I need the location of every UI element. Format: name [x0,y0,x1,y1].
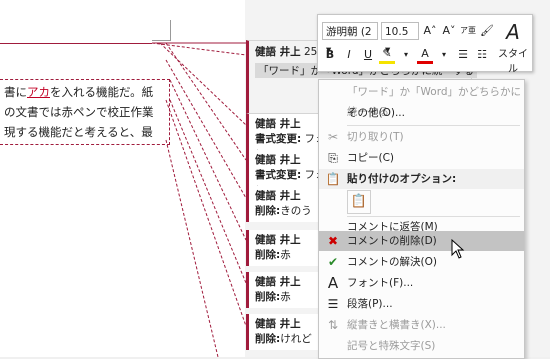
document-text[interactable]: 書にアカを入れる機能だ。紙 の文書では赤ペンで校正作業 現する機能だと考えると、… [0,79,170,145]
document-line: 書にアカを入れる機能だ。紙 [4,85,154,99]
comment-value: 赤 [280,249,291,261]
style-label: スタイル [498,49,528,75]
italic-button[interactable]: I [341,46,357,64]
menu-item-resolve-comment[interactable]: ✔ コメントの解決(O) [319,252,524,272]
bold-button[interactable]: B [322,46,338,64]
document-line: 現する機能だと考えると、最 [4,125,153,139]
context-menu: 「ワード」か「Word」かどちらかに統一する その他(O)... ✂ 切り取り(T… [318,79,525,359]
bullets-icon[interactable]: ☰ [455,46,471,64]
phonetic-guide-button[interactable]: ア亜 [460,22,476,40]
menu-item-font[interactable]: A フォント(F)... [319,273,524,293]
comment-action: 削除: [255,249,281,261]
delete-comment-icon: ✖ [327,234,339,248]
menu-divider [347,125,520,126]
crop-mark [152,20,171,41]
comment-action: 書式変更: [255,169,302,181]
scissors-icon: ✂ [327,130,339,144]
font-color-icon[interactable]: A [417,46,433,64]
comment-value: けれど [280,333,312,345]
document-page: 書にアカを入れる機能だ。紙 の文書では赤ペンで校正作業 現する機能だと考えると、… [0,0,245,357]
mouse-cursor-icon [451,239,465,259]
comment-action: 書式変更: [255,133,302,145]
menu-item-suggestion[interactable]: 「ワード」か「Word」かどちらかに統一する [319,82,524,118]
mini-toolbar: 游明朝 (2 ▾ 10.5 ▾ A˄ A˅ ア亜 🖌 B I U ✎ ▾ A ▾… [317,14,533,75]
font-name-combo[interactable]: 游明朝 (2 ▾ [322,22,378,56]
menu-item-paragraph[interactable]: ☰ 段落(P)... [319,294,524,314]
comment-value: きのう [280,205,312,217]
shrink-font-button[interactable]: A˅ [441,22,457,40]
menu-item-text-direction[interactable]: ⇅ 縦書きと横書き(X)... [319,315,524,335]
clipboard-icon: 📋 [325,172,341,186]
paragraph-icon: ☰ [327,297,339,311]
numbering-icon[interactable]: ☷ [474,46,490,64]
menu-item-paste-options: 📋 貼り付けのオプション: [319,169,524,189]
copy-icon: ⎘ [328,151,338,165]
underline-button[interactable]: U [360,46,376,64]
font-size-combo[interactable]: 10.5 ▾ [381,22,419,56]
highlight-icon[interactable]: ✎ [379,46,395,64]
comment-author: 健語 井上 [255,46,301,58]
grow-font-button[interactable]: A˄ [422,22,438,40]
menu-item-symbols[interactable]: 記号と特殊文字(S) [319,336,524,356]
insertion-text: アカ [27,85,50,99]
menu-item-delete-comment[interactable]: ✖ コメントの削除(D) [319,231,524,251]
comment-action: 削除: [255,291,281,303]
menu-item-copy[interactable]: ⎘ コピー(C) [319,148,524,168]
style-button[interactable]: A スタイル [496,19,530,75]
document-line: の文書では赤ペンで校正作業 [4,105,154,119]
comment-value: 赤 [280,291,291,303]
menu-item-cut[interactable]: ✂ 切り取り(T) [319,127,524,147]
markup-line [0,43,152,44]
format-painter-icon[interactable]: 🖌 [479,22,495,40]
text-direction-icon: ⇅ [327,318,339,332]
font-icon: A [327,274,339,292]
comment-action: 削除: [255,205,281,217]
menu-item-more[interactable]: その他(O)... [319,103,524,123]
paste-option-icon[interactable]: 📋 [347,190,371,214]
resolve-comment-icon: ✔ [327,255,339,269]
comment-action: 削除: [255,333,281,345]
style-icon: A [506,20,520,44]
